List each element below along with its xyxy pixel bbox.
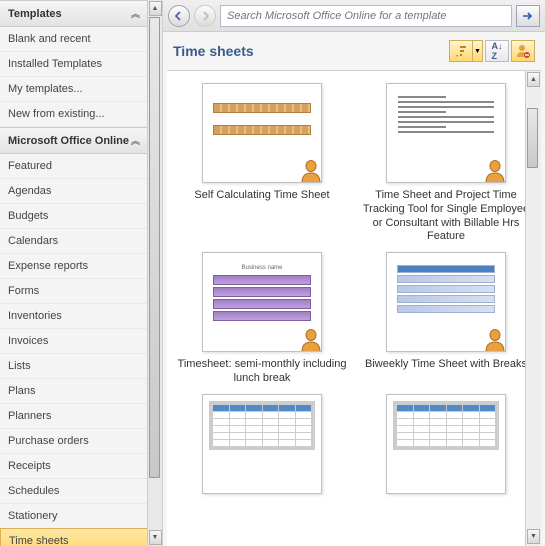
- template-label: Biweekly Time Sheet with Breaks: [361, 358, 531, 372]
- person-badge-icon: [483, 158, 506, 183]
- sidebar-item[interactable]: Inventories: [0, 304, 148, 329]
- template-item[interactable]: [173, 394, 351, 494]
- template-item[interactable]: Time Sheet and Project Time Tracking Too…: [357, 83, 535, 244]
- sidebar-section-header[interactable]: Templates︽: [0, 0, 148, 27]
- chevron-icon: ︽: [131, 7, 140, 20]
- toolbar: [163, 0, 545, 32]
- header-tools: ▼ A↓Z: [449, 40, 535, 62]
- sidebar-item[interactable]: Stationery: [0, 504, 148, 529]
- sidebar-item[interactable]: Expense reports: [0, 254, 148, 279]
- person-badge-icon: [299, 158, 322, 183]
- sidebar: Templates︽Blank and recentInstalled Temp…: [0, 0, 163, 546]
- sidebar-item[interactable]: Budgets: [0, 204, 148, 229]
- sidebar-scrollbar[interactable]: ▲ ▼: [147, 0, 162, 546]
- scroll-thumb[interactable]: [149, 17, 160, 478]
- sidebar-item[interactable]: Forms: [0, 279, 148, 304]
- content-header: Time sheets ▼ A↓Z: [163, 32, 545, 66]
- template-item[interactable]: Business name Timesheet: semi-monthly inc…: [173, 252, 351, 386]
- template-gallery: Self Calculating Time Sheet Time Sheet an…: [167, 71, 541, 506]
- template-label: Timesheet: semi-monthly including lunch …: [173, 358, 351, 386]
- scroll-up-button[interactable]: ▲: [149, 1, 162, 16]
- template-label: Self Calculating Time Sheet: [190, 189, 333, 203]
- template-thumbnail[interactable]: [386, 83, 506, 183]
- sidebar-item[interactable]: Agendas: [0, 179, 148, 204]
- sidebar-item[interactable]: Lists: [0, 354, 148, 379]
- sidebar-item[interactable]: Plans: [0, 379, 148, 404]
- person-badge-icon: [299, 327, 322, 352]
- template-item[interactable]: Self Calculating Time Sheet: [173, 83, 351, 244]
- back-button[interactable]: [168, 5, 190, 27]
- scroll-down-button[interactable]: ▼: [149, 530, 162, 545]
- sidebar-item[interactable]: Receipts: [0, 454, 148, 479]
- sidebar-item[interactable]: My templates...: [0, 77, 148, 102]
- template-item[interactable]: [357, 394, 535, 494]
- forward-button[interactable]: [194, 5, 216, 27]
- page-title: Time sheets: [173, 43, 254, 59]
- sidebar-item[interactable]: Blank and recent: [0, 27, 148, 52]
- sidebar-section-header[interactable]: Microsoft Office Online︽: [0, 127, 148, 154]
- search-input[interactable]: [220, 5, 512, 27]
- scroll-down-button[interactable]: ▼: [527, 529, 540, 544]
- sort-dropdown-arrow[interactable]: ▼: [473, 40, 483, 62]
- sidebar-item[interactable]: Purchase orders: [0, 429, 148, 454]
- sidebar-item[interactable]: Time sheets: [0, 528, 148, 546]
- template-thumbnail[interactable]: [202, 394, 322, 494]
- gallery-scrollbar[interactable]: ▲ ▼: [525, 71, 541, 546]
- template-thumbnail[interactable]: [386, 252, 506, 352]
- sidebar-item[interactable]: Invoices: [0, 329, 148, 354]
- person-badge-icon: [483, 327, 506, 352]
- sidebar-item[interactable]: Calendars: [0, 229, 148, 254]
- sidebar-item[interactable]: Featured: [0, 154, 148, 179]
- main-panel: Time sheets ▼ A↓Z Self Calculating Time …: [163, 0, 545, 546]
- template-label: Time Sheet and Project Time Tracking Too…: [357, 189, 535, 244]
- template-thumbnail[interactable]: [202, 83, 322, 183]
- template-thumbnail[interactable]: Business name: [202, 252, 322, 352]
- template-item[interactable]: Biweekly Time Sheet with Breaks: [357, 252, 535, 386]
- sort-icon-button[interactable]: [449, 40, 473, 62]
- user-filter-button[interactable]: [511, 40, 535, 62]
- scroll-up-button[interactable]: ▲: [527, 72, 540, 87]
- sidebar-item[interactable]: Installed Templates: [0, 52, 148, 77]
- search-go-button[interactable]: [516, 5, 540, 27]
- sidebar-item[interactable]: New from existing...: [0, 102, 148, 127]
- scroll-thumb[interactable]: [527, 108, 538, 168]
- sidebar-item[interactable]: Schedules: [0, 479, 148, 504]
- template-thumbnail[interactable]: [386, 394, 506, 494]
- chevron-icon: ︽: [131, 134, 140, 147]
- sort-az-button[interactable]: A↓Z: [485, 40, 509, 62]
- sidebar-item[interactable]: Planners: [0, 404, 148, 429]
